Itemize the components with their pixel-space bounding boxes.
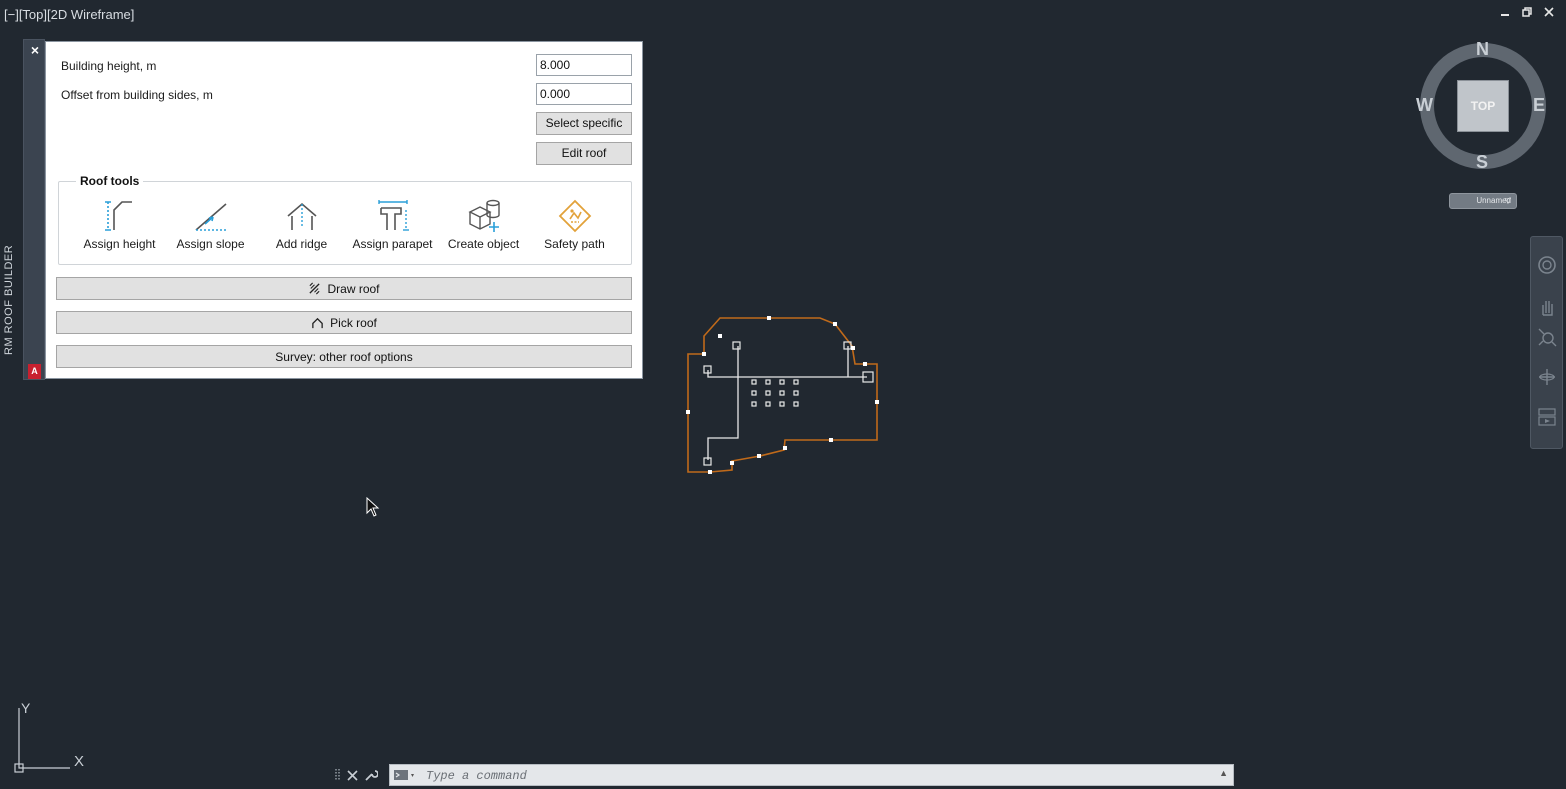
- command-input[interactable]: [424, 766, 1208, 786]
- palette-title-bar[interactable]: × A: [23, 39, 45, 380]
- assign-slope-icon: [194, 203, 227, 231]
- showmotion-icon[interactable]: [1537, 407, 1557, 427]
- pan-icon[interactable]: [1537, 297, 1557, 317]
- offset-label: Offset from building sides, m: [61, 88, 213, 102]
- navigation-bar: [1530, 236, 1563, 449]
- survey-label: Survey: other roof options: [275, 349, 413, 364]
- grip-handle-icon[interactable]: [335, 768, 341, 782]
- command-prompt-icon[interactable]: [393, 768, 417, 782]
- close-icon[interactable]: [1542, 6, 1556, 20]
- roof-internal-lines[interactable]: [707, 346, 867, 460]
- add-ridge-icon: [286, 202, 317, 230]
- compass-south[interactable]: S: [1476, 152, 1488, 173]
- draw-roof-button[interactable]: Draw roof: [56, 277, 632, 300]
- safety-path-icon: [558, 199, 591, 233]
- safety-path-tool[interactable]: Safety path: [529, 198, 620, 251]
- restore-icon[interactable]: [1520, 6, 1534, 20]
- mouse-cursor-icon: [366, 497, 380, 517]
- close-command-icon[interactable]: [347, 769, 358, 781]
- survey-button[interactable]: Survey: other roof options: [56, 345, 632, 368]
- ucs-menu[interactable]: Unnamed ▽: [1449, 193, 1517, 209]
- assign-height-label: Assign height: [83, 237, 156, 251]
- compass-east[interactable]: E: [1533, 95, 1545, 116]
- orbit-icon[interactable]: [1537, 367, 1557, 387]
- chevron-down-icon: ▽: [1504, 196, 1511, 205]
- add-ridge-label: Add ridge: [275, 237, 328, 251]
- assign-parapet-label: Assign parapet: [352, 237, 433, 251]
- draw-roof-label: Draw roof: [327, 281, 380, 296]
- building-height-input[interactable]: [536, 54, 632, 76]
- roof-tools-title: Roof tools: [76, 174, 144, 188]
- compass-north[interactable]: N: [1476, 39, 1489, 60]
- autocad-logo-icon: A: [28, 364, 41, 379]
- command-line: ▲: [389, 764, 1234, 786]
- pick-roof-button[interactable]: Pick roof: [56, 311, 632, 334]
- viewport-label[interactable]: [−][Top][2D Wireframe]: [4, 7, 134, 22]
- ucs-y-label: Y: [21, 700, 31, 716]
- roof-drawing[interactable]: [680, 310, 890, 480]
- customize-wrench-icon[interactable]: [364, 768, 378, 782]
- command-line-handle[interactable]: [333, 765, 391, 785]
- expand-history-icon[interactable]: ▲: [1219, 768, 1228, 778]
- create-object-tool[interactable]: Create object: [438, 198, 529, 251]
- select-specific-button[interactable]: Select specific: [536, 112, 632, 135]
- ucs-x-label: X: [74, 753, 85, 770]
- offset-input[interactable]: [536, 83, 632, 105]
- minimize-icon[interactable]: [1498, 6, 1512, 20]
- palette-close-button[interactable]: ×: [24, 42, 46, 58]
- window-controls: [1498, 6, 1556, 20]
- edit-roof-button[interactable]: Edit roof: [536, 142, 632, 165]
- roof-tools-group: Roof tools Assign height Assign slope Ad…: [58, 174, 632, 265]
- create-object-label: Create object: [447, 237, 520, 251]
- assign-height-icon: [104, 201, 132, 231]
- steering-wheel-icon[interactable]: [1537, 255, 1557, 275]
- compass-west[interactable]: W: [1416, 95, 1433, 116]
- assign-slope-label: Assign slope: [176, 237, 245, 251]
- draw-roof-icon: [309, 282, 321, 295]
- building-height-label: Building height, m: [61, 59, 157, 73]
- add-ridge-tool[interactable]: Add ridge: [256, 198, 347, 251]
- roof-builder-palette: Building height, m Offset from building …: [45, 41, 643, 379]
- pick-roof-icon: [312, 317, 323, 329]
- pick-roof-label: Pick roof: [330, 315, 377, 330]
- palette-title: RM ROOF BUILDER: [3, 244, 15, 355]
- assign-parapet-tool[interactable]: Assign parapet: [347, 198, 438, 251]
- zoom-extents-icon[interactable]: [1537, 327, 1557, 347]
- create-object-icon: [467, 199, 500, 232]
- assign-height-tool[interactable]: Assign height: [74, 198, 165, 251]
- assign-slope-tool[interactable]: Assign slope: [165, 198, 256, 251]
- viewcube-top-face[interactable]: TOP: [1457, 80, 1509, 132]
- assign-parapet-icon: [377, 200, 409, 231]
- safety-path-label: Safety path: [544, 237, 605, 251]
